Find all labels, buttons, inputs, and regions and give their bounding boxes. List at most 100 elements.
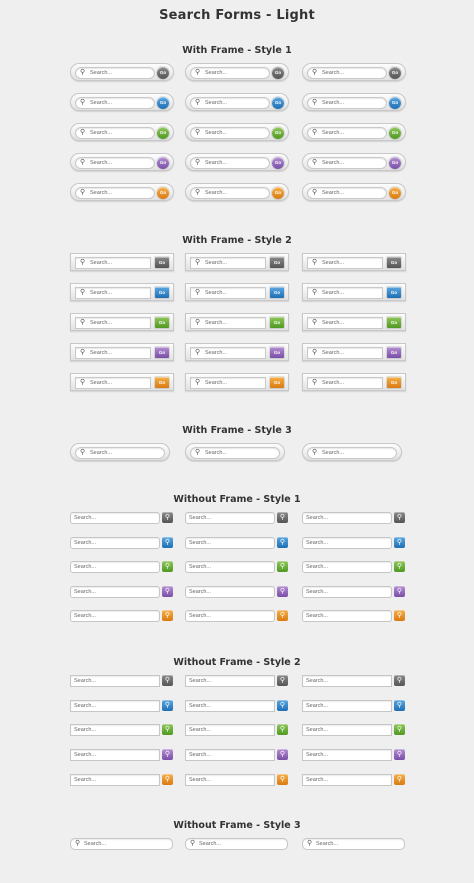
search-input[interactable]: Search... [185,749,275,761]
search-input[interactable]: ⚲ Search... [190,127,270,139]
search-input[interactable]: ⚲ Search... [75,157,155,169]
go-button[interactable]: Go [157,97,169,109]
search-input[interactable]: Search... [302,675,392,687]
search-input[interactable]: ⚲ Search... [75,347,151,359]
search-input[interactable]: Search... [185,610,275,622]
search-input[interactable]: Search... [302,561,392,573]
search-input[interactable]: ⚲ Search... [307,447,397,459]
go-button[interactable]: Go [387,377,401,388]
search-input[interactable]: Search... [70,610,160,622]
search-input[interactable]: Search... [185,512,275,524]
search-button[interactable]: ⚲ [277,512,288,523]
search-input[interactable]: Search... [70,561,160,573]
go-button[interactable]: Go [270,377,284,388]
go-button[interactable]: Go [155,287,169,298]
search-input[interactable]: Search... [302,724,392,736]
search-input[interactable]: ⚲ Search... [190,157,270,169]
search-input[interactable]: ⚲ Search... [190,287,266,299]
search-button[interactable]: ⚲ [277,774,288,785]
search-input[interactable]: ⚲ Search... [307,97,387,109]
search-button[interactable]: ⚲ [394,774,405,785]
search-input[interactable]: ⚲ Search... [307,127,387,139]
search-input[interactable]: ⚲ Search... [307,347,383,359]
search-input[interactable]: Search... [185,774,275,786]
go-button[interactable]: Go [157,157,169,169]
search-input[interactable]: Search... [70,774,160,786]
search-input[interactable]: ⚲ Search... [185,838,288,850]
go-button[interactable]: Go [272,127,284,139]
search-input[interactable]: ⚲ Search... [75,287,151,299]
search-button[interactable]: ⚲ [394,724,405,735]
search-input[interactable]: Search... [70,675,160,687]
search-input[interactable]: ⚲ Search... [307,157,387,169]
search-input[interactable]: ⚲ Search... [307,287,383,299]
search-input[interactable]: ⚲ Search... [190,347,266,359]
search-input[interactable]: ⚲ Search... [75,317,151,329]
search-button[interactable]: ⚲ [394,512,405,523]
search-button[interactable]: ⚲ [162,675,173,686]
go-button[interactable]: Go [272,67,284,79]
search-button[interactable]: ⚲ [394,537,405,548]
search-button[interactable]: ⚲ [162,586,173,597]
search-button[interactable]: ⚲ [162,561,173,572]
search-button[interactable]: ⚲ [162,537,173,548]
search-input[interactable]: Search... [302,586,392,598]
search-button[interactable]: ⚲ [277,610,288,621]
search-button[interactable]: ⚲ [394,610,405,621]
go-button[interactable]: Go [272,187,284,199]
search-input[interactable]: ⚲ Search... [307,67,387,79]
search-button[interactable]: ⚲ [277,749,288,760]
search-input[interactable]: ⚲ Search... [75,377,151,389]
search-input[interactable]: Search... [70,724,160,736]
search-input[interactable]: ⚲ Search... [75,187,155,199]
search-input[interactable]: ⚲ Search... [75,257,151,269]
go-button[interactable]: Go [387,317,401,328]
go-button[interactable]: Go [270,287,284,298]
go-button[interactable]: Go [272,157,284,169]
search-input[interactable]: ⚲ Search... [307,377,383,389]
go-button[interactable]: Go [155,377,169,388]
search-input[interactable]: ⚲ Search... [75,67,155,79]
go-button[interactable]: Go [157,127,169,139]
search-input[interactable]: ⚲ Search... [190,187,270,199]
search-input[interactable]: ⚲ Search... [307,257,383,269]
search-input[interactable]: Search... [70,700,160,712]
go-button[interactable]: Go [155,347,169,358]
go-button[interactable]: Go [389,157,401,169]
go-button[interactable]: Go [389,187,401,199]
search-button[interactable]: ⚲ [277,561,288,572]
search-button[interactable]: ⚲ [394,586,405,597]
search-button[interactable]: ⚲ [277,724,288,735]
go-button[interactable]: Go [155,317,169,328]
search-input[interactable]: Search... [302,700,392,712]
go-button[interactable]: Go [387,287,401,298]
go-button[interactable]: Go [155,257,169,268]
search-input[interactable]: Search... [185,724,275,736]
search-input[interactable]: Search... [185,700,275,712]
search-input[interactable]: ⚲ Search... [190,317,266,329]
search-input[interactable]: Search... [302,537,392,549]
search-input[interactable]: ⚲ Search... [75,127,155,139]
go-button[interactable]: Go [272,97,284,109]
search-input[interactable]: Search... [185,675,275,687]
search-input[interactable]: Search... [70,749,160,761]
search-input[interactable]: ⚲ Search... [190,447,280,459]
search-input[interactable]: ⚲ Search... [190,257,266,269]
search-button[interactable]: ⚲ [277,675,288,686]
go-button[interactable]: Go [389,97,401,109]
search-input[interactable]: ⚲ Search... [307,317,383,329]
search-input[interactable]: ⚲ Search... [75,447,165,459]
search-input[interactable]: ⚲ Search... [307,187,387,199]
search-button[interactable]: ⚲ [394,700,405,711]
go-button[interactable]: Go [389,67,401,79]
search-button[interactable]: ⚲ [277,700,288,711]
go-button[interactable]: Go [270,257,284,268]
go-button[interactable]: Go [387,257,401,268]
search-button[interactable]: ⚲ [277,537,288,548]
search-input[interactable]: ⚲ Search... [70,838,173,850]
search-button[interactable]: ⚲ [394,749,405,760]
search-button[interactable]: ⚲ [394,561,405,572]
search-input[interactable]: Search... [302,749,392,761]
search-input[interactable]: Search... [302,512,392,524]
search-button[interactable]: ⚲ [162,512,173,523]
